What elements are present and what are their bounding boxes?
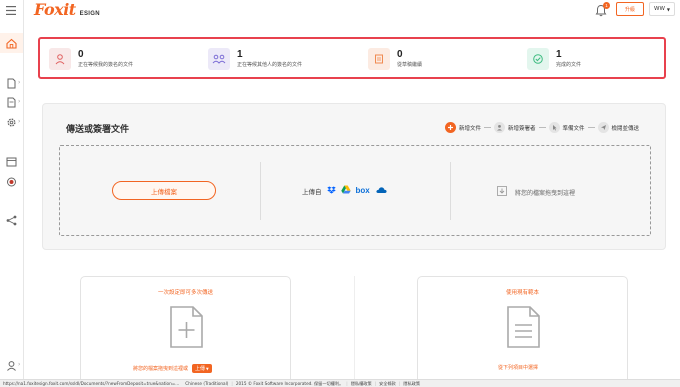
footer-link[interactable]: 隱私政策 [400, 381, 423, 387]
dropbox-icon[interactable] [326, 186, 336, 196]
bulk-send-actions: 將您的檔案拖曳到這裡或 上傳 ▼ [133, 364, 212, 373]
step-label: 新增文件 [459, 125, 482, 132]
notification-badge: 1 [603, 2, 610, 9]
calendar-icon[interactable] [5, 155, 17, 167]
step-label: 新增簽署者 [508, 125, 536, 132]
step-connector [484, 127, 492, 128]
upload-from-label: 上傳自 [302, 187, 322, 196]
gear-icon[interactable] [5, 116, 17, 128]
stat-label: 從草稿繼續 [397, 62, 423, 68]
upload-from-cloud: 上傳自 box [302, 185, 387, 196]
brand-name: Foxit [34, 0, 76, 19]
drop-zone-divider [450, 162, 451, 220]
send-icon [597, 122, 609, 133]
stat-drafts[interactable]: 0 從草稿繼續 [361, 42, 505, 76]
top-header: Foxit ESIGN 1 升級 WW ▼ [24, 0, 680, 24]
card-bulk-send[interactable]: 一次設定即可多次傳送 將您的檔案拖曳到這裡或 上傳 ▼ [80, 276, 291, 387]
nav-home[interactable] [0, 33, 23, 53]
foxit-logo[interactable]: Foxit ESIGN [34, 0, 100, 19]
cards-divider [354, 276, 355, 387]
stat-label: 正在等候其他人的簽名的文件 [237, 62, 303, 68]
stat-count: 1 [556, 49, 562, 60]
stat-label: 完成的文件 [556, 62, 582, 68]
card-text[interactable]: 從下列項目中選擇 [498, 364, 538, 371]
stat-label: 正在等候我的簽名的文件 [78, 62, 134, 68]
card-title: 一次設定即可多次傳送 [157, 290, 213, 296]
upload-file-button[interactable]: 上傳檔案 [112, 181, 216, 200]
user-icon [494, 122, 506, 133]
chevron-right-icon: › [18, 79, 21, 86]
onedrive-icon[interactable] [375, 186, 387, 196]
product-name: ESIGN [79, 11, 100, 17]
language-selector[interactable]: Chinese (Traditional) [182, 381, 231, 386]
drop-zone-divider [260, 162, 261, 220]
step-prepare-document: 準備文件 [548, 122, 585, 133]
left-nav-rail: › › › › [0, 0, 24, 387]
drag-drop-area[interactable]: 將您的檔案拖曳到這裡 [497, 186, 575, 198]
step-connector [538, 127, 546, 128]
upload-dropdown-button[interactable]: 上傳 ▼ [192, 364, 212, 373]
menu-icon[interactable] [5, 4, 17, 16]
badge-icon[interactable] [5, 176, 17, 188]
document-icon[interactable] [5, 77, 17, 89]
copyright: 2015 © Foxit Software Incorporated. 保留一切… [235, 380, 344, 386]
integration-icon[interactable] [5, 214, 17, 226]
stat-completed[interactable]: 1 完成的文件 [520, 42, 664, 76]
card-text: 將您的檔案拖曳到這裡或 [133, 366, 189, 372]
box-icon[interactable]: box [356, 186, 370, 195]
template-document-icon [506, 305, 541, 349]
stat-waiting-for-me[interactable]: 0 正在等候我的簽名的文件 [42, 42, 186, 76]
stat-count: 1 [237, 49, 243, 60]
upgrade-button[interactable]: 升級 [616, 2, 644, 16]
google-drive-icon[interactable] [340, 185, 351, 196]
check-icon [527, 48, 549, 70]
group-icon [208, 48, 230, 70]
send-or-sign-title: 傳送或簽署文件 [66, 125, 130, 135]
user-initials: WW [654, 6, 665, 12]
pointer-icon [548, 122, 560, 133]
user-icon [49, 48, 71, 70]
card-use-template[interactable]: 使用現有範本 從下列項目中選擇 [417, 276, 628, 387]
footer-link[interactable]: 安全條款 [376, 381, 399, 387]
home-icon [5, 37, 17, 49]
stat-waiting-for-others[interactable]: 1 正在等候其他人的簽名的文件 [201, 42, 345, 76]
caret-down-icon: ▼ [206, 366, 209, 371]
chevron-right-icon: › [18, 361, 21, 368]
browser-status-bar: https://na1.foxitesign.foxit.com/ssldl/D… [0, 379, 680, 387]
step-label: 準備文件 [562, 125, 585, 132]
drag-here-label: 將您的檔案拖曳到這裡 [515, 189, 576, 197]
chevron-right-icon: › [18, 118, 21, 125]
chevron-right-icon: › [18, 98, 21, 105]
card-title: 使用現有範本 [505, 290, 539, 296]
help-icon[interactable] [5, 359, 17, 371]
footer-link[interactable]: 隱私權政策 [348, 381, 375, 387]
draft-icon [368, 48, 390, 70]
step-add-signers: 新增簽署者 [494, 122, 536, 133]
add-icon [445, 122, 456, 133]
status-url: https://na1.foxitesign.foxit.com/ssldl/D… [3, 381, 180, 386]
step-label: 檢閱並傳送 [611, 125, 640, 132]
template-icon[interactable] [5, 96, 17, 108]
download-icon [497, 186, 507, 198]
upload-dropdown-label: 上傳 [195, 366, 206, 372]
notification-bell[interactable]: 1 [595, 2, 610, 17]
stat-count: 0 [78, 49, 84, 60]
send-or-sign-card: 傳送或簽署文件 新增文件 新增簽署者 準備文件 檢閱並傳送 上傳檔案 上傳自 b… [42, 103, 666, 250]
document-add-icon [169, 305, 204, 349]
file-drop-zone[interactable]: 上傳檔案 上傳自 box 將您的檔案拖曳到這裡 [59, 145, 651, 236]
stat-count: 0 [397, 49, 403, 60]
caret-down-icon: ▼ [666, 6, 670, 12]
step-add-document: 新增文件 [445, 122, 481, 133]
step-review-send: 檢閱並傳送 [597, 122, 640, 133]
workflow-steps: 新增文件 新增簽署者 準備文件 檢閱並傳送 [445, 122, 639, 133]
user-menu[interactable]: WW ▼ [649, 2, 675, 16]
step-connector [587, 127, 595, 128]
